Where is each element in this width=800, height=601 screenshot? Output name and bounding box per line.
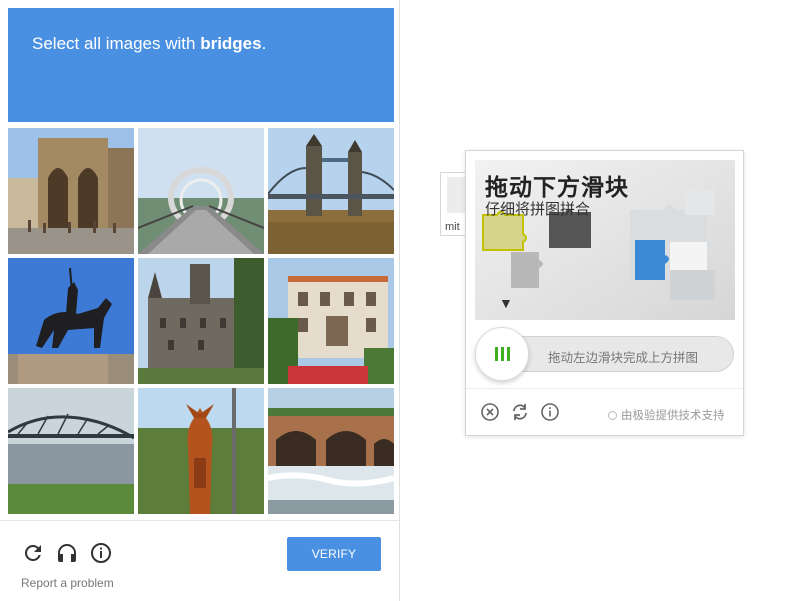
tile-cathedral[interactable]: [8, 128, 134, 254]
refresh-icon[interactable]: [510, 402, 530, 422]
slider-handle[interactable]: [475, 327, 529, 381]
provider-credit-link[interactable]: 由极验提供技术支持: [608, 407, 725, 423]
tile-covered-footbridge[interactable]: [138, 128, 264, 254]
tile-stone-arch-bridge[interactable]: [268, 388, 394, 514]
recaptcha-challenge: Select all images with bridges. VERIFY R…: [0, 0, 400, 601]
puzzle-image: 拖动下方滑块 仔细将拼图拼合 ▼: [475, 160, 735, 320]
challenge-instruction: Select all images with bridges.: [32, 34, 267, 53]
tile-tower-bridge[interactable]: [268, 128, 394, 254]
footer-divider: [0, 520, 399, 521]
verify-button[interactable]: VERIFY: [287, 537, 381, 571]
challenge-target-word: bridges: [200, 34, 262, 53]
tile-castle[interactable]: [138, 258, 264, 384]
tile-truss-bridge[interactable]: [8, 388, 134, 514]
tile-villa[interactable]: [268, 258, 394, 384]
grip-icon: [494, 347, 510, 361]
collapse-arrow-icon[interactable]: ▼: [499, 295, 513, 311]
fragment-label: mit: [445, 221, 460, 233]
close-icon[interactable]: [480, 402, 500, 422]
challenge-header: Select all images with bridges.: [8, 8, 394, 122]
slider-hint: 拖动左边滑块完成上方拼图: [548, 350, 699, 365]
captcha-title: 拖动下方滑块: [485, 175, 629, 201]
report-problem-link[interactable]: Report a problem: [21, 576, 114, 590]
captcha-subtitle: 仔细将拼图拼合: [485, 200, 591, 218]
tile-equestrian-statue[interactable]: [8, 258, 134, 384]
widget-divider: [466, 388, 743, 389]
reload-icon[interactable]: [21, 541, 45, 565]
slider-captcha-widget: 拖动下方滑块 仔细将拼图拼合 ▼ 拖动左边滑块完成上方拼图 由极验提供技术支持: [465, 150, 744, 436]
info-icon[interactable]: [540, 402, 560, 422]
brand-logo-icon: [608, 411, 617, 420]
info-icon[interactable]: [89, 541, 113, 565]
tile-wooden-totem[interactable]: [138, 388, 264, 514]
audio-icon[interactable]: [55, 541, 79, 565]
